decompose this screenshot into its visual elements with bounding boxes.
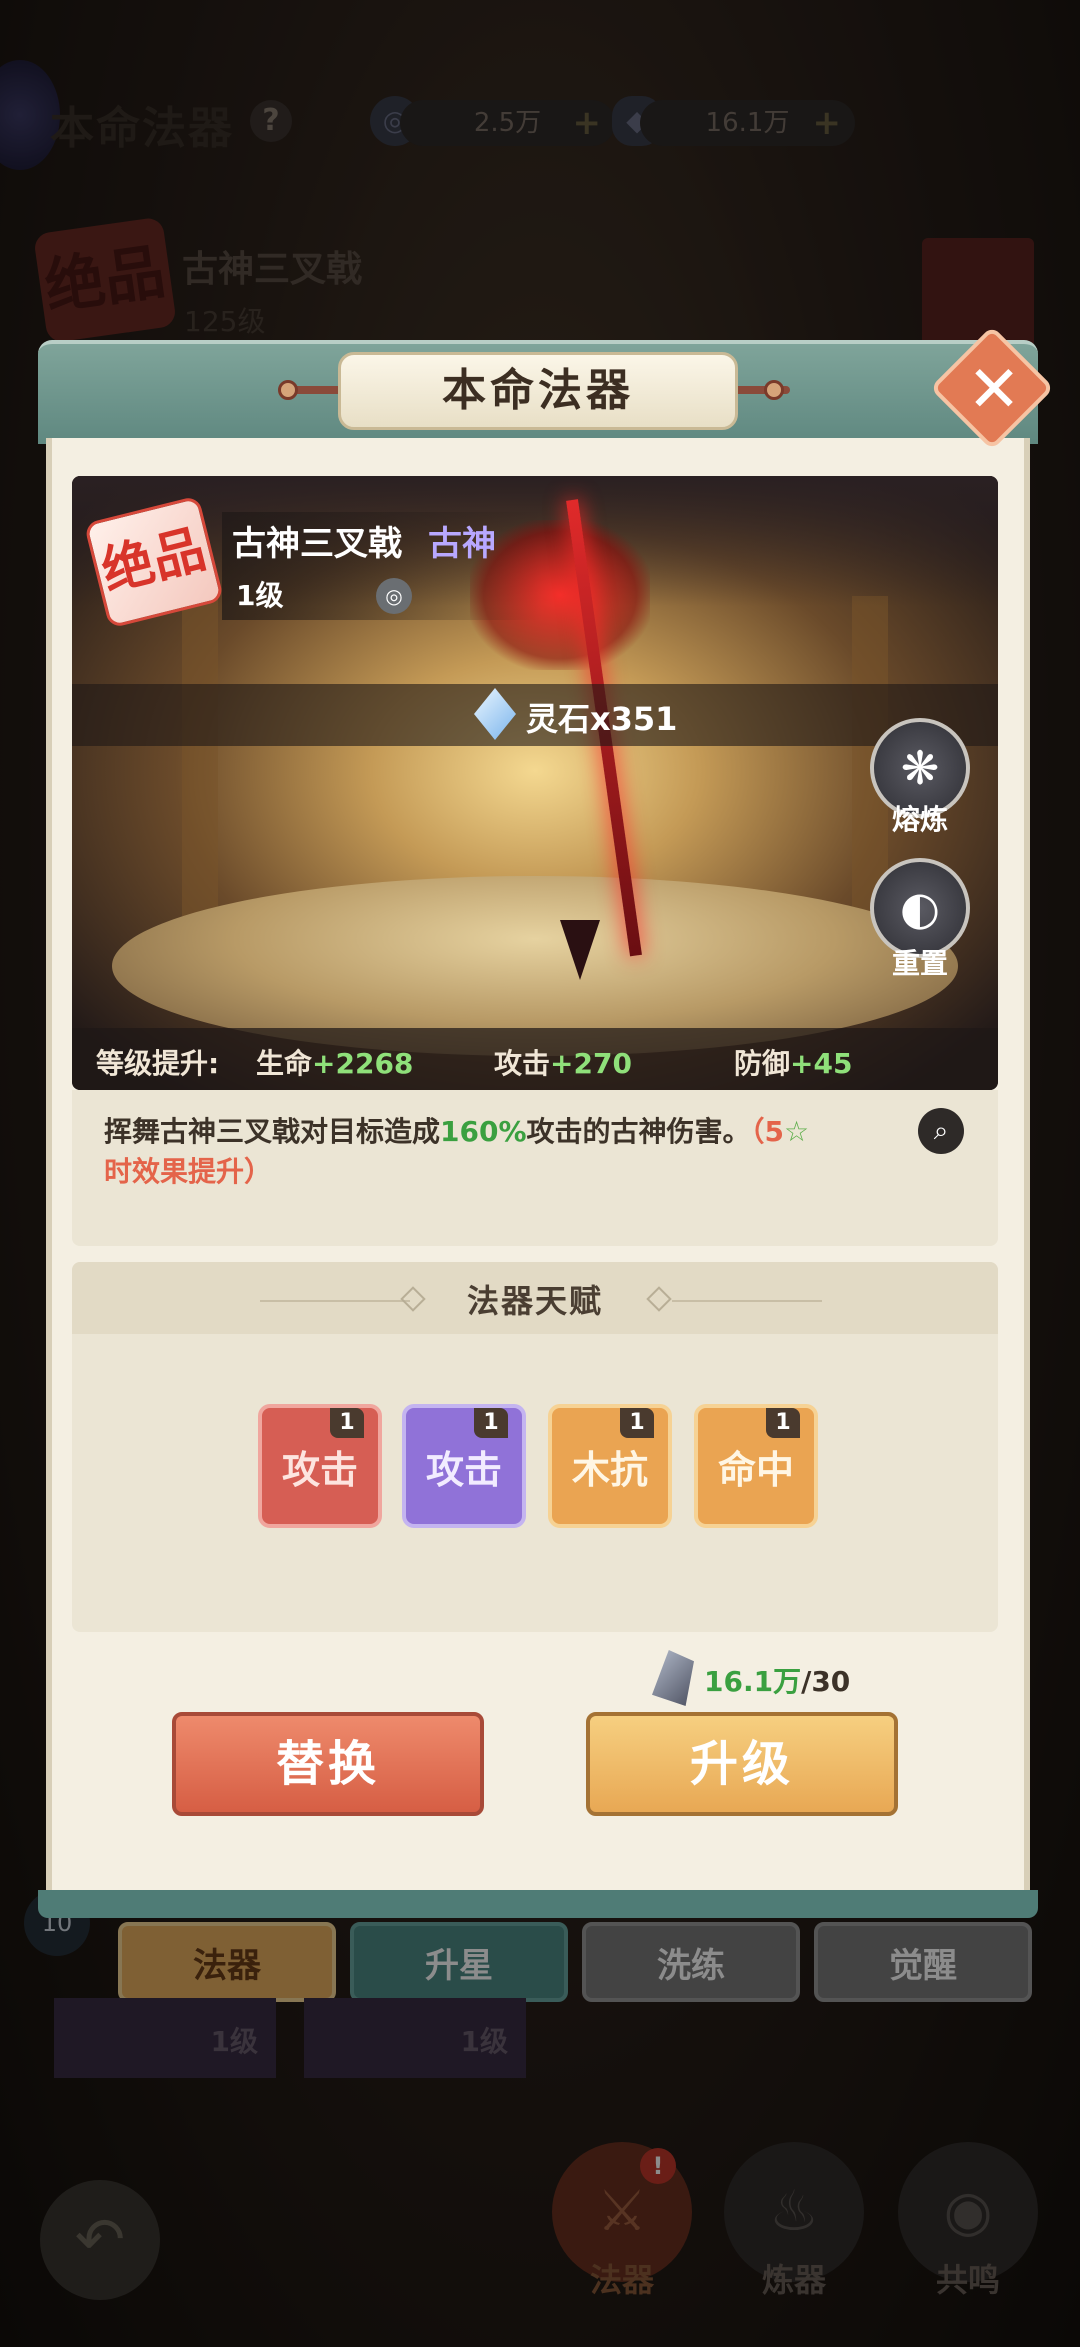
talent-title: 法器天赋 (466, 1282, 603, 1320)
level-up-label: 等级提升: (96, 1047, 220, 1080)
replace-button[interactable]: 替换 (172, 1712, 484, 1816)
upgrade-button[interactable]: 升级 (586, 1712, 898, 1816)
pillar (182, 596, 218, 916)
modal-title: 本命法器 (338, 352, 738, 430)
reset-label[interactable]: 重置 (870, 942, 970, 982)
smelt-label[interactable]: 熔炼 (870, 798, 970, 838)
stat-defense: 防御+45 (734, 1047, 853, 1080)
skill-description: 挥舞古神三叉戟对目标造成160%攻击的古神伤害。（5☆ 时效果提升） (104, 1115, 810, 1188)
talent-count: 1 (474, 1408, 508, 1438)
modal-footer (38, 1890, 1038, 1918)
close-icon[interactable]: ✕ (950, 346, 1038, 434)
talent-count: 1 (330, 1408, 364, 1438)
talent-count: 1 (620, 1408, 654, 1438)
talent-count: 1 (766, 1408, 800, 1438)
weapon-level: 1级 (236, 579, 284, 612)
magnifier-icon[interactable]: ⌕ (918, 1108, 964, 1154)
weapon-tag: 古神 (428, 524, 496, 564)
plaque-knob-left (278, 380, 298, 400)
plaque-knob-right (764, 380, 784, 400)
star-icon: ☆ (784, 1115, 810, 1148)
weapon-name: 古神三叉戟 (232, 524, 402, 564)
lock-icon[interactable]: ◎ (376, 578, 412, 614)
upgrade-cost: 16.1万/30 (704, 1665, 851, 1698)
stat-attack: 攻击+270 (494, 1047, 632, 1080)
spirit-stone-cost: 灵石x351 (526, 700, 678, 738)
stat-hp: 生命+2268 (256, 1047, 414, 1080)
